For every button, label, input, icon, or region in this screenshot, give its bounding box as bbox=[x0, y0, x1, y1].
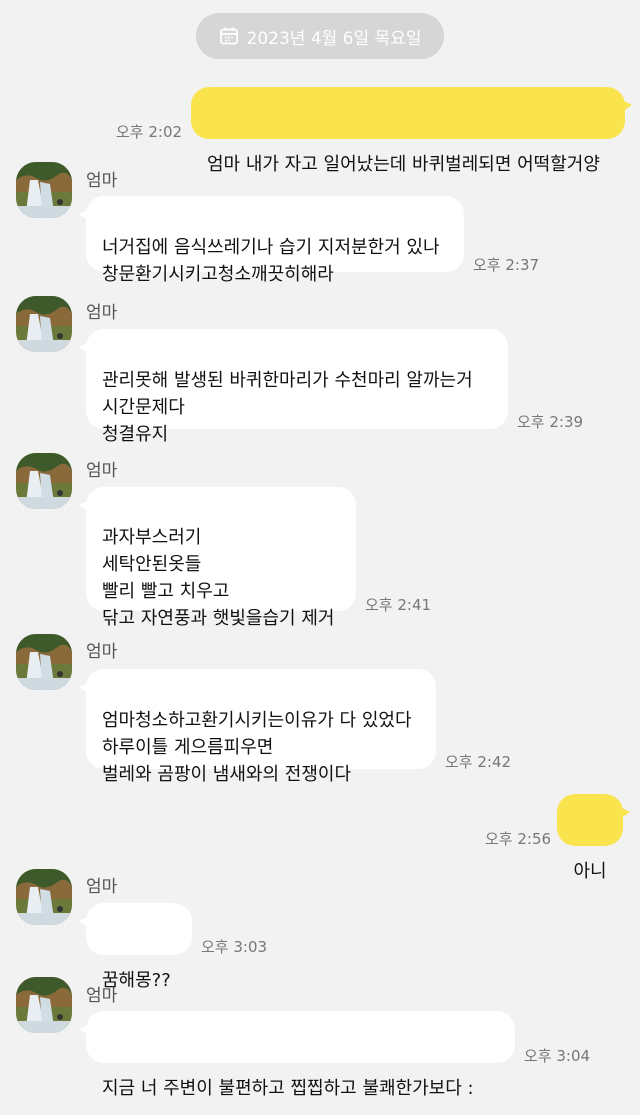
avatar-waterfall-photo bbox=[16, 977, 72, 1033]
sender-name: 엄마 bbox=[86, 642, 118, 662]
message-time: 오후 2:56 bbox=[485, 830, 552, 848]
other-message-bubble[interactable]: 엄마청소하고환기시키는이유가 다 있었다 하루이틀 게으름피우면 벌레와 곰팡이… bbox=[79, 669, 436, 785]
message-text: 지금 너 주변이 불편하고 찝찝하고 불쾌한가보다 : bbox=[102, 1078, 474, 1099]
message-text: 너거집에 음식쓰레기나 습기 지저분한거 있나 창문환기시키고청소깨끗히해라 bbox=[102, 237, 440, 285]
message-text: 엄마청소하고환기시키는이유가 다 있었다 하루이틀 게으름피우면 벌레와 곰팡이… bbox=[102, 710, 412, 785]
my-message-bubble[interactable]: 아니 bbox=[557, 794, 630, 882]
other-message-bubble[interactable]: 관리못해 발생된 바퀴한마리가 수천마리 알까는거 시간문제다 청결유지 bbox=[79, 329, 508, 445]
avatar[interactable] bbox=[16, 453, 72, 509]
date-divider-text: 2023년 4월 6일 목요일 bbox=[246, 28, 422, 49]
avatar[interactable] bbox=[16, 977, 72, 1033]
avatar[interactable] bbox=[16, 162, 72, 218]
avatar[interactable] bbox=[16, 296, 72, 352]
avatar-waterfall-photo bbox=[16, 634, 72, 690]
other-message-bubble[interactable]: 지금 너 주변이 불편하고 찝찝하고 불쾌한가보다 : bbox=[79, 1011, 515, 1099]
sender-name: 엄마 bbox=[86, 461, 118, 481]
message-text: 과자부스러기 세탁안된옷들 빨리 빨고 치우고 닦고 자연풍과 햇빛을습기 제거 bbox=[102, 527, 335, 629]
message-time: 오후 2:37 bbox=[473, 256, 540, 274]
message-time: 오후 2:41 bbox=[365, 596, 432, 614]
calendar-icon bbox=[219, 27, 238, 45]
message-time: 오후 2:42 bbox=[445, 753, 512, 771]
avatar-waterfall-photo bbox=[16, 453, 72, 509]
message-text: 관리못해 발생된 바퀴한마리가 수천마리 알까는거 시간문제다 청결유지 bbox=[102, 370, 473, 445]
sender-name: 엄마 bbox=[86, 171, 118, 191]
avatar-waterfall-photo bbox=[16, 296, 72, 352]
message-time: 오후 2:39 bbox=[517, 413, 584, 431]
sender-name: 엄마 bbox=[86, 986, 118, 1006]
avatar-waterfall-photo bbox=[16, 869, 72, 925]
message-time: 오후 3:03 bbox=[201, 938, 268, 956]
message-text: 아니 bbox=[573, 861, 607, 882]
message-text: 엄마 내가 자고 일어났는데 바퀴벌레되면 어떡할거양 bbox=[207, 154, 600, 175]
my-message-bubble[interactable]: 엄마 내가 자고 일어났는데 바퀴벌레되면 어떡할거양 bbox=[191, 87, 632, 175]
avatar-waterfall-photo bbox=[16, 162, 72, 218]
avatar[interactable] bbox=[16, 869, 72, 925]
message-time: 오후 3:04 bbox=[524, 1047, 591, 1065]
other-message-bubble[interactable]: 꿈해몽?? bbox=[79, 903, 192, 991]
other-message-bubble[interactable]: 과자부스러기 세탁안된옷들 빨리 빨고 치우고 닦고 자연풍과 햇빛을습기 제거 bbox=[79, 487, 356, 629]
message-time: 오후 2:02 bbox=[116, 123, 183, 141]
date-divider: 2023년 4월 6일 목요일 bbox=[196, 13, 444, 59]
sender-name: 엄마 bbox=[86, 877, 118, 897]
other-message-bubble[interactable]: 너거집에 음식쓰레기나 습기 지저분한거 있나 창문환기시키고청소깨끗히해라 bbox=[79, 196, 464, 285]
sender-name: 엄마 bbox=[86, 303, 118, 323]
avatar[interactable] bbox=[16, 634, 72, 690]
